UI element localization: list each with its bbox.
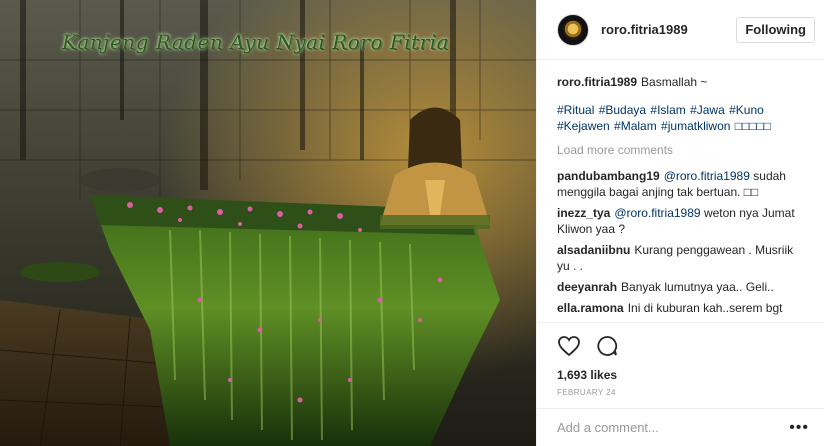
action-icons (557, 333, 805, 359)
post-header: roro.fitria1989 Following (537, 0, 824, 60)
caption-text: Basmallah ~ (641, 75, 708, 89)
comment-input[interactable] (557, 420, 777, 435)
avatar[interactable] (557, 13, 589, 46)
comment-username[interactable]: alsadaniibnu (557, 243, 630, 257)
header-username[interactable]: roro.fitria1989 (601, 22, 688, 37)
comments-list: roro.fitria1989 Basmallah ~ #Ritual #Buda… (557, 74, 807, 321)
like-count[interactable]: 1,693 likes (557, 368, 805, 382)
heart-icon[interactable] (557, 334, 581, 358)
more-options-icon[interactable]: ••• (789, 420, 809, 436)
post-date: FEBRUARY 24 (557, 388, 616, 397)
following-button[interactable]: Following (736, 17, 815, 43)
emblem-icon (563, 19, 583, 40)
comment-username[interactable]: deeyanrah (557, 280, 617, 294)
instagram-post: Kanjeng Raden Ayu Nyai Roro Fitria roro.… (0, 0, 824, 446)
comment-username[interactable]: inezz_tya (557, 206, 610, 220)
comment-item: inezz_tya @roro.fitria1989 weton nya Juma… (557, 205, 807, 237)
comment-item: pandubambang19 @roro.fitria1989 sudah men… (557, 168, 807, 200)
comment-item: alsadaniibnu Kurang penggawean . Musriik … (557, 242, 807, 274)
comment-bubble-icon[interactable] (595, 334, 619, 358)
comment-text: Ini di kuburan kah..serem bgt (627, 301, 783, 315)
comment-mention[interactable]: @roro.fitria1989 (664, 169, 750, 183)
post-photo[interactable]: Kanjeng Raden Ayu Nyai Roro Fitria (0, 0, 536, 446)
comment-item: ella.ramona Ini di kuburan kah..serem bgt (557, 300, 807, 316)
caption-username[interactable]: roro.fitria1989 (557, 75, 637, 89)
photo-overlay-text: Kanjeng Raden Ayu Nyai Roro Fitria (62, 30, 450, 54)
caption-hashtags[interactable]: #Ritual #Budaya #Islam #Jawa #Kuno #Keja… (557, 102, 807, 134)
comment-text: Banyak lumutnya yaa.. Geli.. (621, 280, 774, 294)
comment-item: deeyanrah Banyak lumutnya yaa.. Geli.. (557, 279, 807, 295)
comment-username[interactable]: ella.ramona (557, 301, 624, 315)
post-actions: 1,693 likes FEBRUARY 24 (537, 322, 824, 397)
load-more-comments-button[interactable]: Load more comments (557, 142, 807, 158)
add-comment-bar: ••• (537, 408, 824, 446)
caption: roro.fitria1989 Basmallah ~ (557, 74, 807, 90)
ritual-bath-image (0, 0, 536, 446)
comment-mention[interactable]: @roro.fitria1989 (614, 206, 700, 220)
comment-username[interactable]: pandubambang19 (557, 169, 660, 183)
post-sidebar: roro.fitria1989 Following roro.fitria198… (536, 0, 824, 446)
